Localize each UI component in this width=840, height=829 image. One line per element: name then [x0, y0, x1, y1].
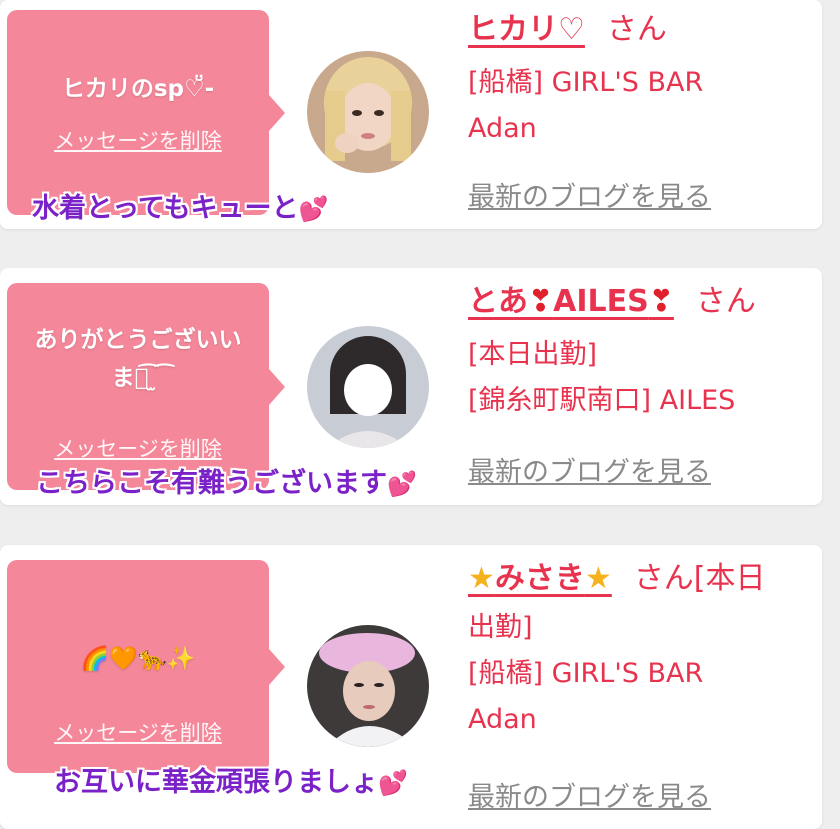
- two-hearts-icon: 💕: [387, 470, 417, 498]
- message-text: 🌈🧡🐆✨: [80, 646, 196, 672]
- message-text: ヒカリのsp♡̆̈-: [61, 76, 215, 102]
- star-icon: ★: [468, 561, 495, 596]
- two-hearts-icon: 💕: [298, 195, 329, 223]
- reply-caption-text: 水着とってもキューと: [32, 193, 299, 224]
- reply-caption-text: こちらこそ有難うございます: [36, 468, 387, 499]
- reply-caption-text: お互いに華金頑張りましょ: [54, 767, 378, 798]
- cast-info: ヒカリ♡ さん [船橋] GIRL'S BAR Adan: [468, 10, 808, 152]
- star-icon: ★: [584, 561, 612, 596]
- reply-caption-3: お互いに華金頑張りましょ💕: [54, 760, 408, 799]
- message-bubble: ヒカリのsp♡̆̈- メッセージを削除: [7, 10, 285, 215]
- cast-name-link[interactable]: ★みさき★: [468, 561, 612, 596]
- shop-location: [錦糸町駅南口] AILES: [468, 385, 736, 416]
- message-text-line-1: ありがとうございい: [34, 327, 242, 353]
- avatar-photo: [307, 625, 429, 747]
- avatar[interactable]: [307, 51, 429, 173]
- shop-name: Adan: [468, 704, 537, 735]
- reply-caption-1: 水着とってもキューと💕: [32, 186, 328, 225]
- reply-caption-2: こちらこそ有難うございます💕: [36, 461, 417, 500]
- message-bubble: ありがとうございい ます͡ ̫ ͡ メッセージを削除: [7, 283, 285, 490]
- message-bubble: 🌈🧡🐆✨ メッセージを削除: [7, 560, 285, 773]
- cast-name-link[interactable]: とあ❣AILES❣: [468, 284, 674, 319]
- delete-message-link[interactable]: メッセージを削除: [7, 125, 269, 155]
- honorific: さん: [606, 12, 667, 47]
- avatar[interactable]: [307, 326, 429, 448]
- delete-message-link[interactable]: メッセージを削除: [7, 433, 269, 463]
- avatar[interactable]: [307, 625, 429, 747]
- cast-name-suffix: AILES: [553, 284, 649, 319]
- latest-blog-link[interactable]: 最新のブログを見る: [468, 450, 711, 489]
- two-hearts-icon: 💕: [378, 769, 408, 797]
- message-text-line-2: ます͡ ̫ ͡: [111, 365, 165, 391]
- avatar-photo: [307, 51, 429, 173]
- cast-info: ★みさき★ さん[本日 出勤] [船橋] GIRL'S BAR Adan: [468, 559, 808, 743]
- cast-info: とあ❣AILES❣ さん [本日出勤] [錦糸町駅南口] AILES: [468, 282, 808, 424]
- work-status: [本日出勤]: [468, 339, 598, 370]
- latest-blog-link[interactable]: 最新のブログを見る: [468, 775, 711, 814]
- honorific: さん[本日: [633, 561, 766, 596]
- shop-name: Adan: [468, 113, 537, 144]
- cast-name: みさき: [494, 561, 585, 596]
- cast-name-link[interactable]: ヒカリ♡: [468, 12, 585, 47]
- cast-name: とあ: [468, 284, 528, 319]
- heart-icon: ❣: [648, 284, 674, 319]
- avatar-photo: [307, 326, 429, 448]
- shop-location: [船橋] GIRL'S BAR: [468, 67, 704, 98]
- work-status: 出勤]: [468, 612, 533, 643]
- honorific: さん: [695, 284, 756, 319]
- heart-icon: ❣: [528, 284, 554, 319]
- latest-blog-link[interactable]: 最新のブログを見る: [468, 175, 711, 214]
- delete-message-link[interactable]: メッセージを削除: [7, 717, 269, 747]
- shop-location: [船橋] GIRL'S BAR: [468, 658, 704, 689]
